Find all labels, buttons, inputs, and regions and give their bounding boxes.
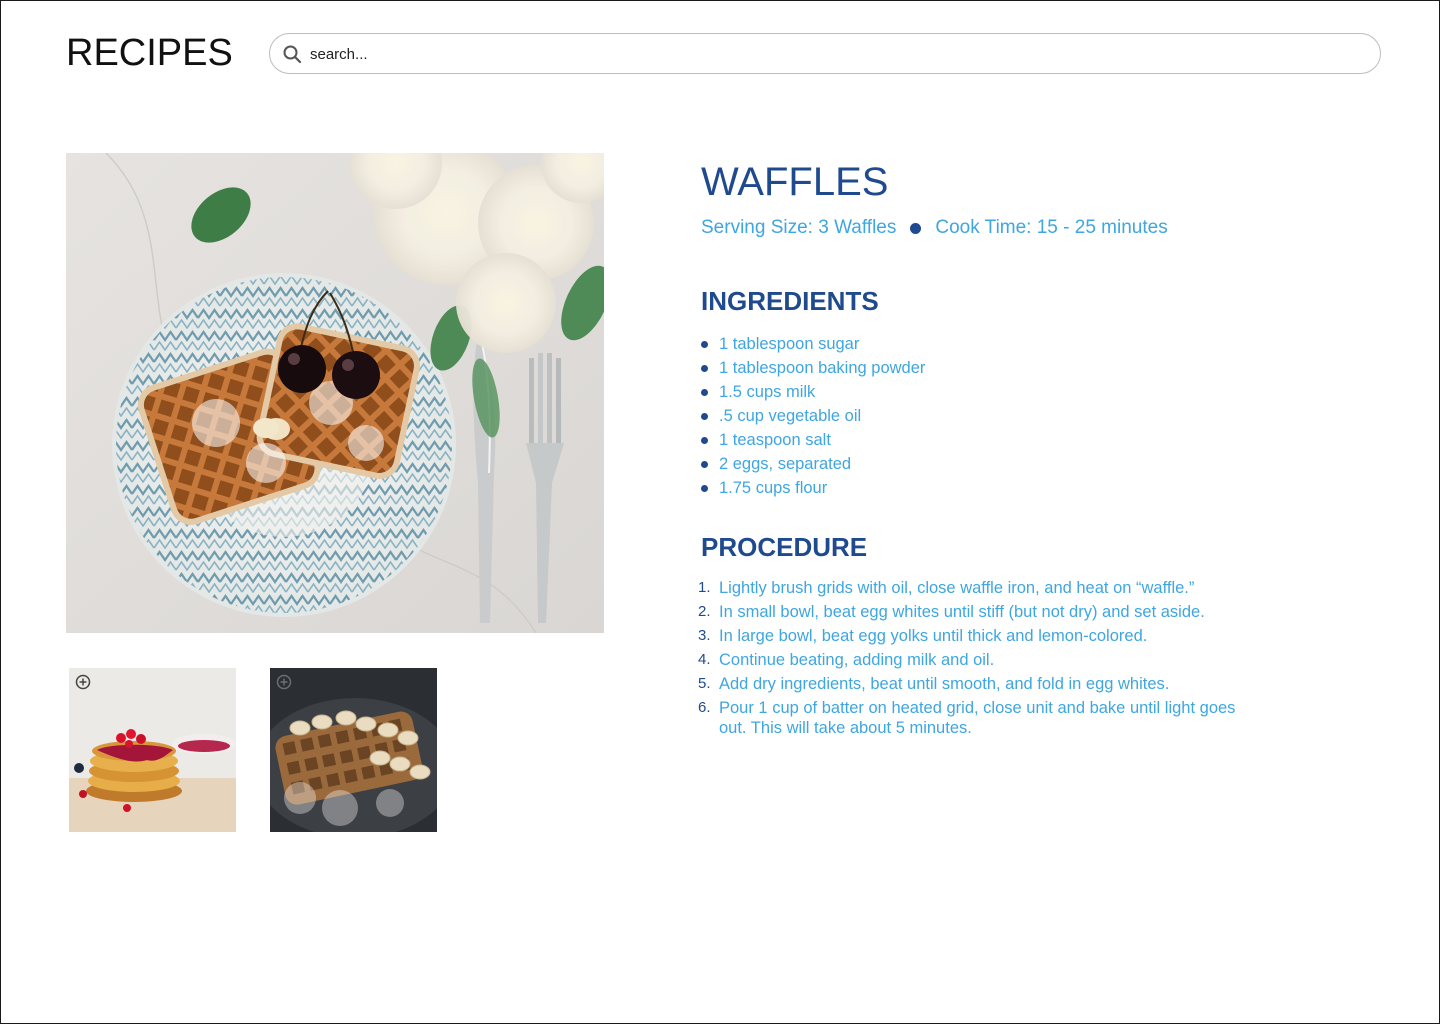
ingredient-text: 1 tablespoon baking powder — [719, 359, 926, 377]
ingredient-text: 2 eggs, separated — [719, 455, 852, 473]
bullet-icon — [701, 340, 708, 348]
procedure-step: 1. Lightly brush grids with oil, close wa… — [698, 578, 1238, 602]
bullet-icon — [701, 436, 708, 444]
ingredients-heading: INGREDIENTS — [701, 286, 879, 316]
procedure-list: 1. Lightly brush grids with oil, close wa… — [698, 578, 1238, 738]
ingredient-text: .5 cup vegetable oil — [719, 407, 862, 425]
ingredient-item: 1.5 cups milk — [701, 380, 925, 404]
step-text: Pour 1 cup of batter on heated grid, clo… — [719, 699, 1236, 737]
ingredient-item: 1.75 cups flour — [701, 476, 925, 500]
step-text: Lightly brush grids with oil, close waff… — [719, 579, 1195, 597]
cook-time: Cook Time: 15 - 25 minutes — [935, 217, 1168, 238]
zoom-in-icon[interactable] — [75, 674, 91, 690]
procedure-heading: PROCEDURE — [701, 532, 868, 562]
thumbnail-banana-waffles[interactable] — [270, 668, 437, 832]
ingredient-item: 2 eggs, separated — [701, 452, 925, 476]
site-logo[interactable]: RECIPES — [66, 32, 233, 75]
procedure-step: 5. Add dry ingredients, beat until smooth… — [698, 674, 1238, 698]
step-text: In small bowl, beat egg whites until sti… — [719, 603, 1205, 621]
hero-image-art — [66, 153, 604, 633]
zoom-in-icon[interactable] — [276, 674, 292, 690]
ingredients-list: 1 tablespoon sugar 1 tablespoon baking p… — [701, 332, 925, 500]
step-text: Add dry ingredients, beat until smooth, … — [719, 675, 1170, 693]
serving-size: Serving Size: 3 Waffles — [701, 217, 897, 238]
ingredient-item: 1 teaspoon salt — [701, 428, 925, 452]
bullet-icon — [701, 412, 708, 420]
step-number: 1. — [698, 579, 711, 596]
step-number: 2. — [698, 603, 711, 620]
ingredient-text: 1.75 cups flour — [719, 479, 828, 497]
ingredient-item: 1 tablespoon baking powder — [701, 356, 925, 380]
procedure-step: 4. Continue beating, adding milk and oil. — [698, 650, 1238, 674]
ingredient-item: 1 tablespoon sugar — [701, 332, 925, 356]
thumbnail-pancakes[interactable] — [69, 668, 236, 832]
bullet-icon — [701, 460, 708, 468]
bullet-icon — [701, 388, 708, 396]
procedure-step: 3. In large bowl, beat egg yolks until th… — [698, 626, 1238, 650]
step-number: 4. — [698, 651, 711, 668]
thumbnail-pancakes-art — [69, 668, 236, 832]
recipe-title: WAFFLES — [701, 160, 889, 204]
ingredient-text: 1.5 cups milk — [719, 383, 816, 401]
procedure-step: 2. In small bowl, beat egg whites until s… — [698, 602, 1238, 626]
search-input[interactable] — [310, 42, 1360, 66]
thumbnail-banana-waffles-art — [270, 668, 437, 832]
step-number: 5. — [698, 675, 711, 692]
recipe-meta: Serving Size: 3 Waffles Cook Time: 15 - … — [701, 217, 1168, 239]
meta-separator-dot — [910, 222, 922, 234]
ingredient-item: .5 cup vegetable oil — [701, 404, 925, 428]
bullet-icon — [701, 364, 708, 372]
ingredient-text: 1 teaspoon salt — [719, 431, 831, 449]
step-number: 3. — [698, 627, 711, 644]
bullet-icon — [701, 484, 708, 492]
search-bar[interactable] — [269, 33, 1381, 74]
step-text: In large bowl, beat egg yolks until thic… — [719, 627, 1148, 645]
procedure-step: 6. Pour 1 cup of batter on heated grid, c… — [698, 698, 1238, 738]
step-text: Continue beating, adding milk and oil. — [719, 651, 995, 669]
ingredient-text: 1 tablespoon sugar — [719, 335, 860, 353]
step-number: 6. — [698, 699, 711, 716]
search-icon — [283, 45, 302, 64]
hero-image[interactable] — [66, 153, 604, 633]
